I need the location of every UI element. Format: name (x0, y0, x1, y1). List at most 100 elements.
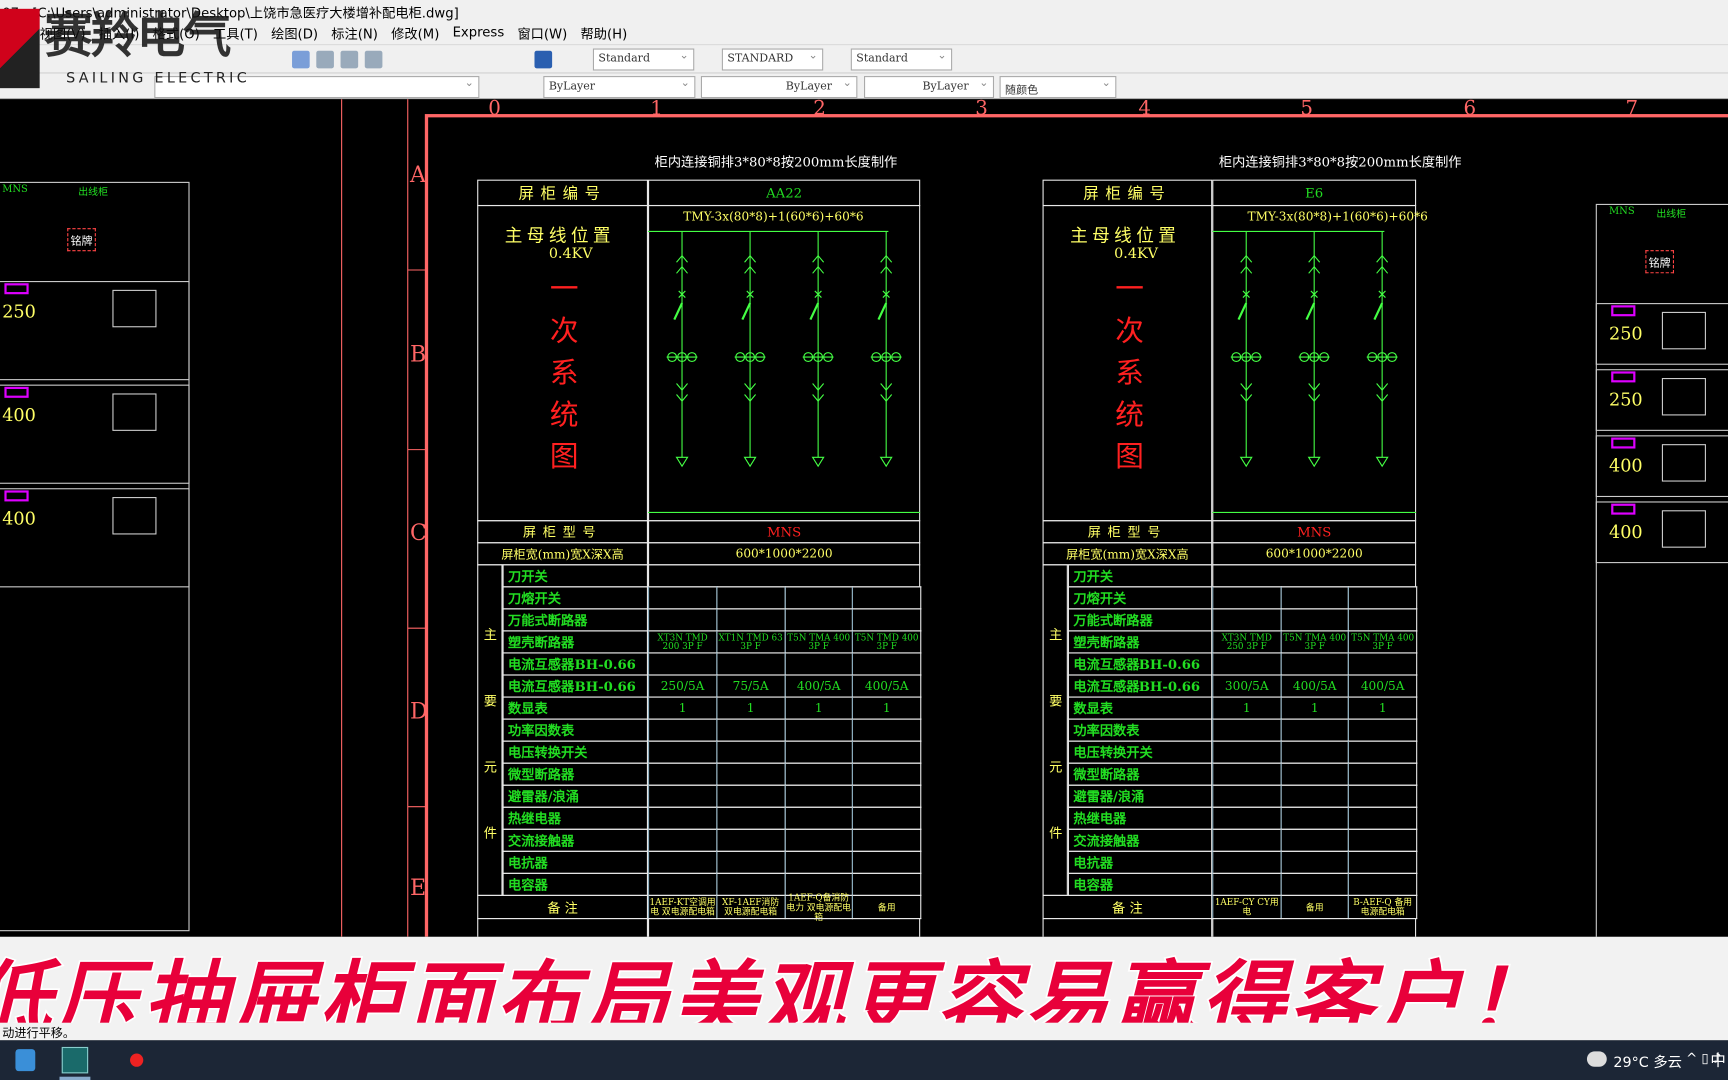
component-group-char: 要 (1049, 693, 1063, 709)
menu-item[interactable]: 插入(I) (99, 24, 140, 44)
component-value-cell (784, 652, 854, 676)
diagram-title-char: 次 (549, 315, 579, 349)
zoom-realtime-icon[interactable] (316, 50, 334, 69)
bus-position-label: 主母线位置 (1070, 224, 1181, 246)
component-value-cell (1212, 718, 1282, 742)
component-name: 刀熔开关 (508, 590, 561, 607)
zoom-window-icon[interactable] (340, 50, 359, 69)
component-name: 刀开关 (1073, 568, 1114, 585)
drawer-meter (112, 289, 157, 328)
component-row-label: 塑壳断路器 (502, 630, 648, 654)
component-value-cell (716, 762, 786, 786)
autocad-app-icon[interactable] (61, 1046, 89, 1074)
text-style-select[interactable]: Standard (592, 48, 695, 71)
component-value-cell (647, 740, 718, 764)
component-value-cell (852, 828, 922, 852)
single-line-diagram (647, 230, 921, 513)
bus-position-label: 主母线位置 (504, 224, 615, 246)
component-row-label: 万能式断路器 (502, 608, 648, 632)
menu-item[interactable]: 工具(T) (213, 24, 258, 44)
drawing-canvas[interactable]: 0 1 2 3 4 5 6 7 A B C D E 柜内连接铜排3*80*8按200mm长度制作 屏柜编号… (0, 99, 1728, 937)
component-row-label: 交流接触器 (502, 828, 648, 852)
dim-style-select[interactable]: STANDARD (721, 48, 824, 71)
component-group-char: 主 (483, 627, 498, 643)
zoom-previous-icon[interactable] (364, 50, 383, 69)
component-value-cell (647, 762, 718, 786)
component-value-cell (784, 828, 854, 852)
color-select[interactable]: ByLayer (543, 76, 696, 99)
layer-select[interactable] (154, 76, 480, 99)
component-value-cell (1348, 718, 1418, 742)
component-spec: BH-0.66 (1138, 678, 1201, 694)
component-value-cell: T5N TMA 400 3P F (784, 630, 854, 654)
store-icon[interactable] (15, 1049, 36, 1072)
component-value-cell (852, 652, 922, 676)
component-name: 交流接触器 (508, 833, 575, 849)
cabinet-size: 600*1000*2200 (1212, 542, 1417, 566)
cabinet-name: 出线柜 (1656, 209, 1687, 221)
component-value-cell (647, 828, 718, 852)
linetype-select[interactable]: ByLayer (700, 76, 858, 99)
weather-text[interactable]: 29°C 多云 (1613, 1050, 1682, 1072)
component-value-cell (716, 850, 786, 874)
component-name: 数显表 (1073, 700, 1114, 717)
component-value-cell (1348, 784, 1418, 808)
component-value-cell (1280, 784, 1350, 808)
menu-item[interactable]: 绘图(D) (271, 24, 318, 44)
component-value-cell: T5N TMD 400 3P F (852, 630, 922, 654)
help-icon[interactable] (534, 50, 553, 69)
blank-cell (1212, 917, 1417, 937)
component-value-cell (1280, 806, 1350, 830)
ruler-col-label: 4 (1138, 99, 1151, 119)
command-line[interactable]: 动进行平移。 (0, 1022, 1728, 1041)
component-name: 热继电器 (1073, 811, 1127, 827)
remark-cell: 备用 (852, 894, 922, 920)
drawer-label-box (1611, 371, 1636, 383)
record-icon[interactable] (130, 1053, 144, 1067)
diagram-title-char: 统 (1115, 398, 1144, 432)
ruler-row-label: E (410, 876, 426, 901)
component-value-cell: 250/5A (647, 674, 718, 698)
component-name: 微型断路器 (508, 767, 575, 783)
drawer-label-box (4, 386, 29, 398)
pan-icon[interactable] (292, 50, 310, 69)
drawer-label-box (1611, 437, 1636, 449)
component-name: 数显表 (508, 700, 548, 717)
drawer-meter (112, 497, 157, 535)
menu-item[interactable]: 视图(V) (40, 24, 86, 44)
breaker-symbol (673, 302, 684, 321)
menu-item[interactable]: Express (453, 24, 505, 44)
taskbar: 29°C 多云 ^ ▯ ♪ 中 (0, 1040, 1728, 1080)
component-value-cell: 300/5A (1212, 674, 1282, 698)
component-name: 电容器 (508, 877, 548, 893)
drawer-rating: 250 (2, 300, 36, 322)
menu-item[interactable]: 帮助(H) (581, 24, 628, 44)
video-subtitle-band: 低压抽屉柜面布局美观更容易赢得客户！ (0, 936, 1728, 1025)
table-style-select[interactable]: Standard (850, 48, 953, 71)
lineweight-select[interactable]: ByLayer (863, 76, 995, 99)
component-value-cell (1280, 828, 1350, 852)
component-group-char: 件 (1049, 825, 1063, 841)
component-row-label: 电流互感器 BH-0.66 (502, 652, 648, 676)
menu-item[interactable]: 标注(N) (331, 24, 378, 44)
component-value-cell (852, 608, 922, 632)
component-value-cell (1348, 872, 1418, 896)
component-row-label: 热继电器 (502, 806, 648, 830)
component-value-cell: 400/5A (1280, 674, 1350, 698)
component-name: 电容器 (1073, 877, 1114, 893)
component-row-label: 电容器 (1067, 872, 1213, 896)
breaker-symbol (877, 302, 888, 321)
blank-cell (477, 917, 648, 937)
menu-item[interactable]: 修改(M) (391, 24, 439, 44)
component-row-label: 功率因数表 (502, 718, 648, 742)
ruler-row-label: B (410, 342, 426, 367)
ruler-row-label: C (410, 521, 427, 546)
drawer-label-box (1611, 305, 1636, 317)
component-value-cell (1348, 850, 1418, 874)
menu-item[interactable]: 窗口(W) (517, 24, 567, 44)
menu-item[interactable]: 格式(O) (153, 24, 200, 44)
remark-cell: 1AEF-CY CY用电 (1212, 894, 1282, 920)
component-value-cell (1212, 740, 1282, 764)
ime-indicator[interactable]: 中 (1710, 1049, 1725, 1071)
plot-style-select[interactable]: 随颜色 (999, 76, 1117, 99)
